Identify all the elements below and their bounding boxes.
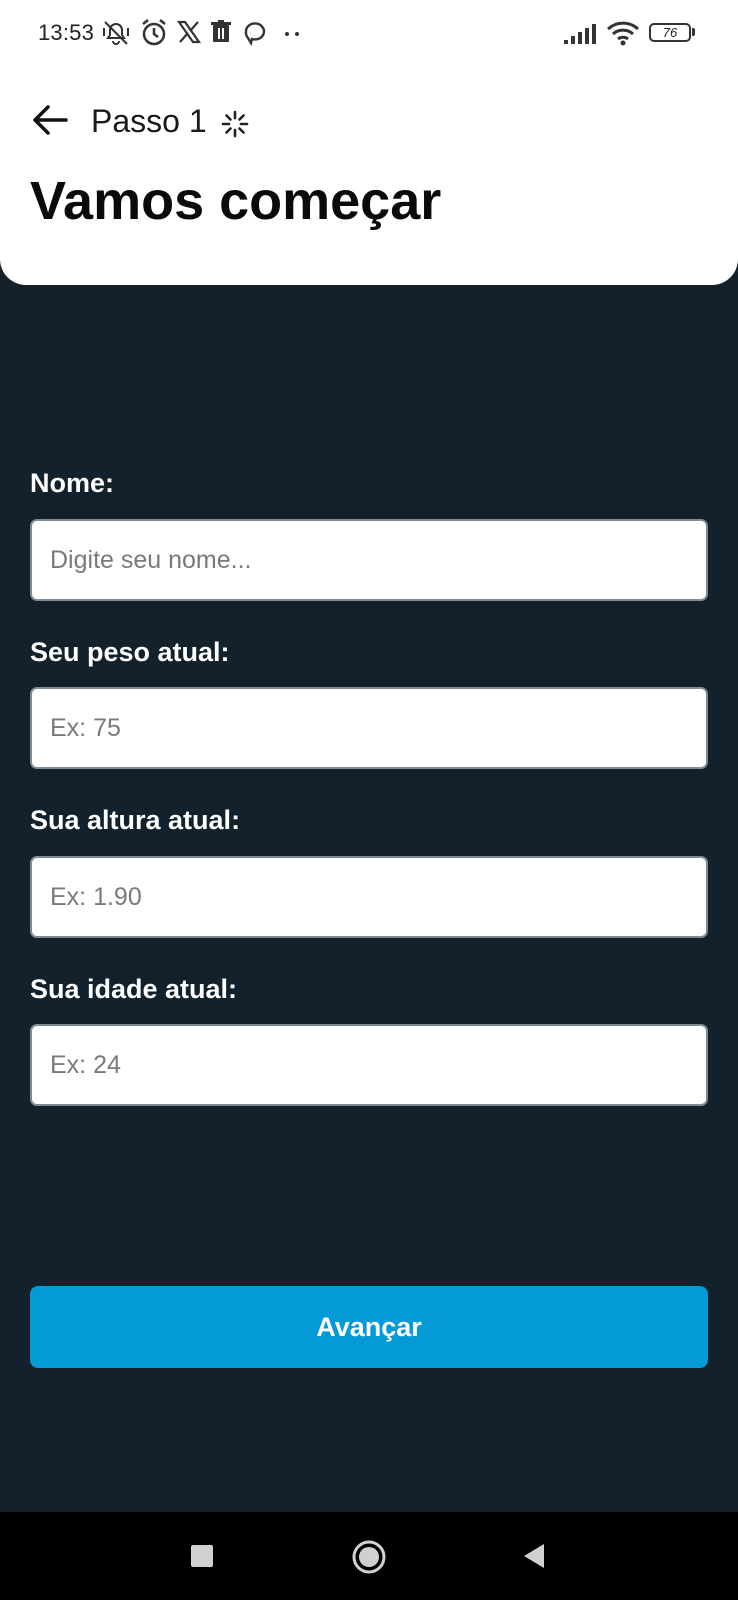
page-title: Vamos começar (30, 171, 442, 231)
arrow-left-icon (33, 105, 68, 135)
back-triangle-icon[interactable] (522, 1543, 546, 1569)
signal-icon (564, 24, 596, 44)
height-label: Sua altura atual: (30, 805, 241, 835)
spinner-icon (221, 110, 249, 138)
home-circle-icon[interactable] (351, 1539, 387, 1575)
name-label: Nome: (30, 468, 115, 498)
battery-icon: 76 (649, 23, 691, 42)
recents-square-icon[interactable] (191, 1545, 213, 1567)
vibrate-off-icon (103, 21, 129, 45)
age-input[interactable] (30, 1024, 708, 1106)
battery-tip (692, 28, 695, 36)
name-input[interactable] (30, 519, 708, 601)
more-dots-icon (285, 32, 299, 36)
system-nav-bar (0, 1512, 738, 1600)
status-time: 13:53 (38, 20, 95, 45)
weight-input[interactable] (30, 687, 708, 769)
app-header: 13:53 76 Passo 1 Vamos começar (0, 0, 738, 285)
x-app-icon (177, 20, 201, 44)
back-button[interactable] (30, 100, 70, 140)
wifi-icon (606, 21, 640, 46)
status-bar: 13:53 76 (0, 0, 738, 66)
advance-button[interactable]: Avançar (30, 1286, 708, 1368)
alarm-icon (142, 19, 166, 46)
age-label: Sua idade atual: (30, 974, 238, 1004)
weight-label: Seu peso atual: (30, 637, 230, 667)
height-input[interactable] (30, 856, 708, 938)
chat-icon (244, 22, 266, 46)
step-label: Passo 1 (91, 103, 207, 139)
trash-icon (211, 20, 231, 42)
